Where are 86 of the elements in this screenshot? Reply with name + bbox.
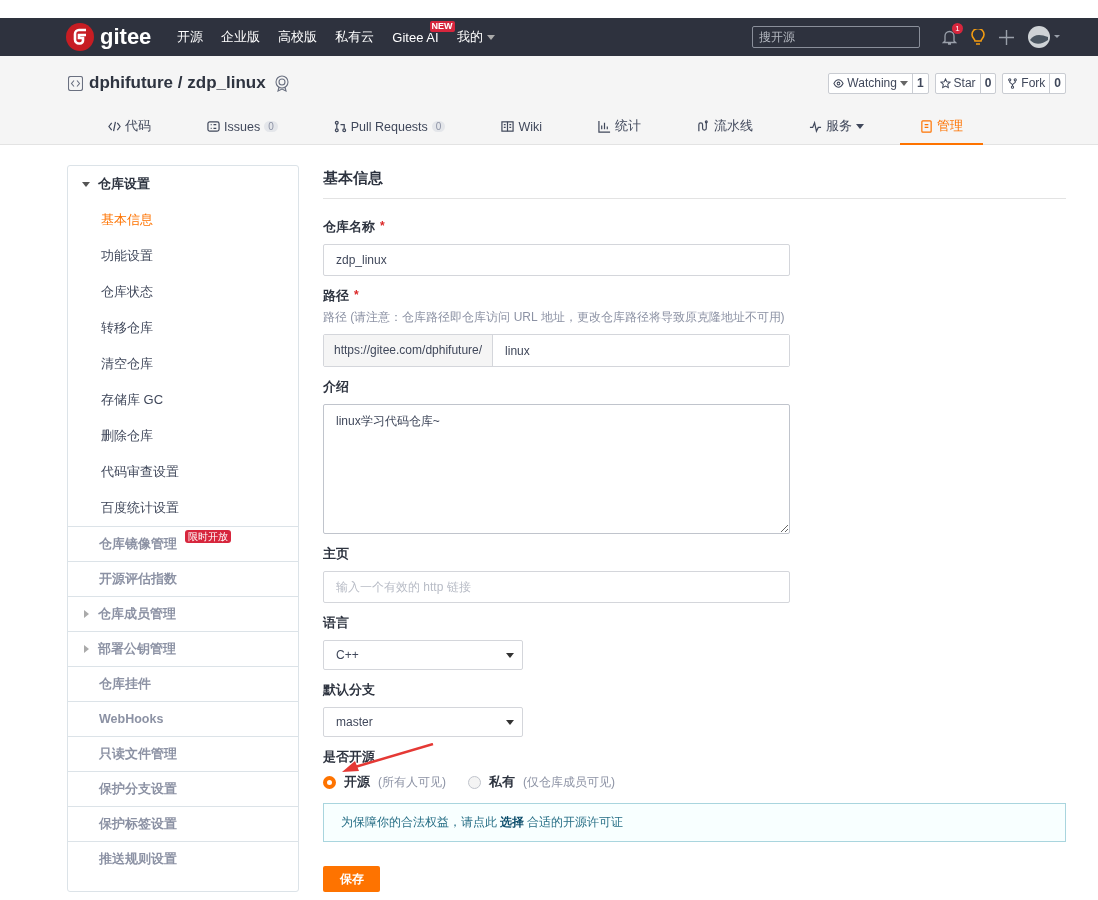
field-hint: 路径 (请注意：仓库路径即仓库访问 URL 地址，更改仓库路径将导致原克隆地址不可用) <box>323 309 786 326</box>
caret-icon <box>82 610 90 618</box>
repo-tab[interactable]: Pull Requests 0 <box>313 110 466 145</box>
repo-action-label[interactable]: Fork <box>1003 73 1051 93</box>
sidebar-item[interactable]: 删除仓库 <box>68 418 298 454</box>
path-prefix: https://gitee.com/dphifuture/ <box>324 335 494 366</box>
star-icon <box>939 77 951 89</box>
repo-action-count[interactable]: 0 <box>1050 73 1065 93</box>
repo-tab[interactable]: 统计 <box>578 110 661 145</box>
sidebar-item[interactable]: 代码审查设置 <box>68 454 298 490</box>
nav-link[interactable]: Gitee AI <box>392 29 439 45</box>
repo-tab[interactable]: Issues 0 <box>187 110 298 145</box>
license-link[interactable]: 选择 <box>500 816 525 828</box>
issue-icon <box>207 120 220 133</box>
bar-chart-icon <box>598 120 611 133</box>
path-field[interactable]: https://gitee.com/dphifuture/ linux <box>323 334 790 367</box>
eye-icon <box>833 77 845 89</box>
description-field[interactable]: linux学习代码仓库~ <box>323 404 790 534</box>
repo-tab[interactable]: 流水线 <box>677 110 773 145</box>
nav-link[interactable]: 开源 <box>177 28 204 46</box>
code-icon <box>108 120 121 133</box>
plus-icon[interactable] <box>999 29 1014 45</box>
repo-tab[interactable]: 服务 <box>789 110 884 145</box>
caret-icon <box>506 719 514 725</box>
nav-link[interactable]: 高校版 <box>278 28 318 46</box>
limited-badge: 限时开放 <box>185 530 231 543</box>
license-notice: 为保障你的合法权益，请点此 选择 合适的开源许可证 <box>323 803 1066 842</box>
pulse-icon <box>809 120 822 133</box>
sidebar-item[interactable]: 功能设置 <box>68 238 298 274</box>
count-badge: 0 <box>431 121 446 132</box>
repo-tab[interactable]: 代码 <box>88 110 171 145</box>
radio-button[interactable] <box>468 776 481 789</box>
bell-icon[interactable] <box>942 29 957 45</box>
repo-icon <box>68 75 83 91</box>
search-field[interactable]: 搜开源 <box>752 26 920 48</box>
select-field[interactable]: master <box>323 707 523 737</box>
field-label: 主页 <box>323 546 349 563</box>
count-badge: 0 <box>264 121 278 132</box>
repo-tab[interactable]: Wiki <box>481 110 562 145</box>
repo-action-label[interactable]: Watching <box>829 73 913 93</box>
notification-badge: 1 <box>952 23 963 34</box>
pipeline-icon <box>697 120 710 133</box>
field-label: 介绍 <box>323 379 349 396</box>
required-mark: * <box>354 288 359 302</box>
field-label: 默认分支 <box>323 682 375 699</box>
avatar[interactable] <box>1028 26 1060 48</box>
sidebar-group[interactable]: 仓库设置 <box>68 166 298 202</box>
repo-action-button[interactable]: Fork 0 <box>1002 72 1066 94</box>
sidebar-item[interactable]: 存储库 GC <box>68 382 298 418</box>
nav-link[interactable]: 我的 <box>456 28 495 46</box>
radio-note: (仅仓库成员可见) <box>523 774 615 791</box>
caret-icon <box>82 180 90 188</box>
radio-note: (所有人可见) <box>378 774 446 791</box>
logo-icon <box>66 23 94 51</box>
repo-action-count[interactable]: 0 <box>980 73 996 93</box>
repo-action-label[interactable]: Star <box>935 73 981 93</box>
new-badge: NEW <box>429 20 455 32</box>
select-field[interactable]: C++ <box>323 640 523 670</box>
section-title: 基本信息 <box>323 165 1066 199</box>
sidebar-item[interactable]: 仓库状态 <box>68 274 298 310</box>
caret-icon <box>82 645 90 653</box>
sidebar-item[interactable]: 百度统计设置 <box>68 490 298 526</box>
field-label: 语言 <box>323 615 349 632</box>
logo-text[interactable]: gitee <box>100 24 152 50</box>
field-label: 仓库名称 <box>323 219 375 236</box>
badge-icon <box>273 74 290 92</box>
required-mark: * <box>380 219 385 233</box>
document-icon <box>920 120 933 133</box>
repo-action-button[interactable]: Watching 1 <box>828 72 929 94</box>
text-field[interactable]: zdp_linux <box>323 244 790 276</box>
radio-button[interactable] <box>323 776 336 789</box>
pull-request-icon <box>333 120 347 133</box>
field-label: 路径 <box>323 288 349 305</box>
radio-label[interactable]: 开源 <box>344 774 370 791</box>
repo-action-count[interactable]: 1 <box>912 73 928 93</box>
nav-link[interactable]: 企业版 <box>221 28 261 46</box>
nav-link[interactable]: 私有云 <box>335 28 375 46</box>
lightbulb-icon[interactable] <box>971 28 985 46</box>
repo-title: dphifuture / zdp_linux <box>89 73 266 93</box>
fork-icon <box>1007 77 1019 89</box>
radio-label[interactable]: 私有 <box>489 774 515 791</box>
sidebar-item[interactable]: 转移仓库 <box>68 310 298 346</box>
repo-action-button[interactable]: Star 0 <box>934 72 997 94</box>
caret-icon <box>506 652 514 658</box>
sidebar-item[interactable]: 清空仓库 <box>68 346 298 382</box>
book-icon <box>501 120 515 133</box>
